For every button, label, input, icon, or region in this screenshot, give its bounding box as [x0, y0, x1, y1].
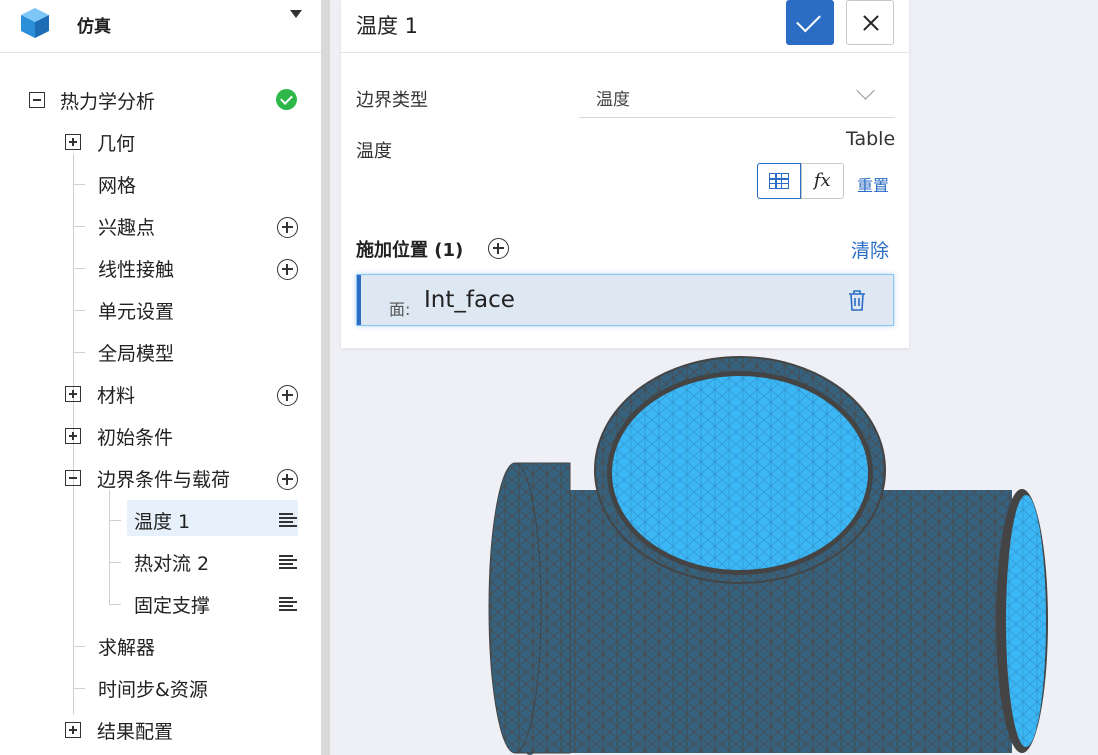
- add-contact-icon[interactable]: [277, 259, 298, 280]
- add-point-icon[interactable]: [277, 217, 298, 238]
- panel-header: 温度 1: [341, 0, 909, 53]
- clear-link[interactable]: 清除: [851, 236, 889, 263]
- 3d-viewport[interactable]: [330, 348, 1098, 755]
- tree-item-label: 初始条件: [97, 426, 174, 449]
- tree-item-fixed-support[interactable]: 固定支撑: [134, 586, 210, 622]
- expand-icon[interactable]: [65, 134, 81, 150]
- table-icon: [769, 173, 789, 189]
- tree-item-label: 兴趣点: [98, 216, 156, 239]
- tree-item-label: 材料: [97, 384, 136, 407]
- tree-item-label: 固定支撑: [134, 594, 211, 617]
- add-location-icon[interactable]: [488, 238, 509, 259]
- close-button[interactable]: [846, 0, 894, 45]
- location-item[interactable]: 面: Int_face: [356, 274, 894, 326]
- sidebar-header[interactable]: 仿真: [0, 0, 321, 53]
- tree-item-label: 几何: [97, 132, 136, 155]
- tree-item-element-settings[interactable]: 单元设置: [98, 292, 174, 328]
- confirm-button[interactable]: [786, 0, 834, 45]
- tree-item-label: 结果配置: [97, 720, 174, 743]
- tree-root-label: 热力学分析: [60, 90, 156, 113]
- tree-item-linear-contact[interactable]: 线性接触: [98, 250, 174, 286]
- tree-item-result-config[interactable]: 结果配置: [65, 712, 173, 748]
- tree-item-label: 求解器: [98, 636, 156, 659]
- collapse-icon[interactable]: [65, 470, 81, 486]
- temperature-label: 温度: [356, 141, 392, 162]
- tree-guide-line: [73, 352, 85, 353]
- tree-guide-line: [109, 562, 121, 563]
- reset-link[interactable]: 重置: [857, 172, 889, 196]
- tree-item-geometry[interactable]: 几何: [65, 124, 135, 160]
- input-mode-toggle: fx: [757, 163, 844, 199]
- app-title: 仿真: [77, 17, 111, 37]
- tree-guide-line: [73, 226, 85, 227]
- panel-title: 温度 1: [356, 14, 419, 38]
- sidebar-scrollbar[interactable]: [321, 0, 330, 755]
- expand-icon[interactable]: [65, 386, 81, 402]
- boundary-type-value: 温度: [596, 90, 630, 110]
- tree-item-label: 网格: [98, 174, 137, 197]
- tree-guide-line: [73, 268, 85, 269]
- tree-guide-line: [109, 490, 110, 604]
- location-prefix: 面:: [389, 300, 411, 319]
- expand-icon[interactable]: [65, 722, 81, 738]
- tree-item-label: 边界条件与载荷: [97, 468, 231, 491]
- dropdown-caret-icon[interactable]: [290, 10, 302, 18]
- item-menu-icon[interactable]: [279, 597, 297, 611]
- location-item-accent: [357, 275, 361, 325]
- tree-root-thermal-analysis[interactable]: 热力学分析: [29, 82, 155, 118]
- tree-item-global-model[interactable]: 全局模型: [98, 334, 174, 370]
- pipe-branch-opening: [612, 376, 868, 570]
- expand-icon[interactable]: [65, 428, 81, 444]
- tree-guide-line: [109, 520, 121, 521]
- tree-item-boundary-conditions[interactable]: 边界条件与载荷: [65, 460, 230, 496]
- location-name: Int_face: [424, 287, 515, 313]
- item-menu-icon[interactable]: [279, 513, 297, 527]
- tree-item-label: 热对流 2: [134, 552, 210, 575]
- tree-item-label: 单元设置: [98, 300, 175, 323]
- temperature-mode: Table: [846, 128, 896, 150]
- add-material-icon[interactable]: [277, 385, 298, 406]
- cube-app-icon: [21, 8, 49, 38]
- tree-guide-line: [73, 688, 85, 689]
- tree-item-convection-2[interactable]: 热对流 2: [134, 544, 209, 580]
- tree-guide-line: [73, 184, 85, 185]
- tree-item-initial-conditions[interactable]: 初始条件: [65, 418, 173, 454]
- location-section-title: 施加位置 (1): [356, 240, 464, 261]
- tree-item-label: 温度 1: [134, 510, 191, 533]
- tree-item-temperature-1[interactable]: 温度 1: [134, 502, 190, 538]
- tree-item-points-of-interest[interactable]: 兴趣点: [98, 208, 155, 244]
- tree-item-materials[interactable]: 材料: [65, 376, 135, 412]
- tree-item-timestep-resources[interactable]: 时间步&资源: [98, 670, 208, 706]
- tree-item-label: 线性接触: [98, 258, 175, 281]
- add-boundary-condition-icon[interactable]: [277, 469, 298, 490]
- table-mode-button[interactable]: [757, 163, 801, 199]
- check-success-icon: [276, 89, 297, 110]
- tree-guide-line: [73, 310, 85, 311]
- tree-item-mesh[interactable]: 网格: [98, 166, 136, 202]
- function-mode-button[interactable]: fx: [800, 164, 844, 198]
- item-menu-icon[interactable]: [279, 555, 297, 569]
- boundary-type-select[interactable]: 温度: [579, 76, 895, 118]
- tree-guide-line: [73, 646, 85, 647]
- tree-item-label: 全局模型: [98, 342, 175, 365]
- chevron-down-icon: [856, 81, 875, 100]
- property-panel: 温度 1 边界类型 温度 温度 Table fx 重置 施加位置 (1) 清除 …: [341, 0, 909, 348]
- boundary-type-label: 边界类型: [356, 90, 428, 111]
- sidebar: 仿真 热力学分析 几何 网格 兴趣点 线性接触 单元设置 全局模型 材料 初始条…: [0, 0, 321, 755]
- tree-guide-line: [109, 604, 121, 605]
- tree-item-solver[interactable]: 求解器: [98, 628, 155, 664]
- collapse-icon[interactable]: [29, 92, 45, 108]
- trash-icon[interactable]: [848, 290, 866, 311]
- tree-item-label: 时间步&资源: [98, 678, 208, 701]
